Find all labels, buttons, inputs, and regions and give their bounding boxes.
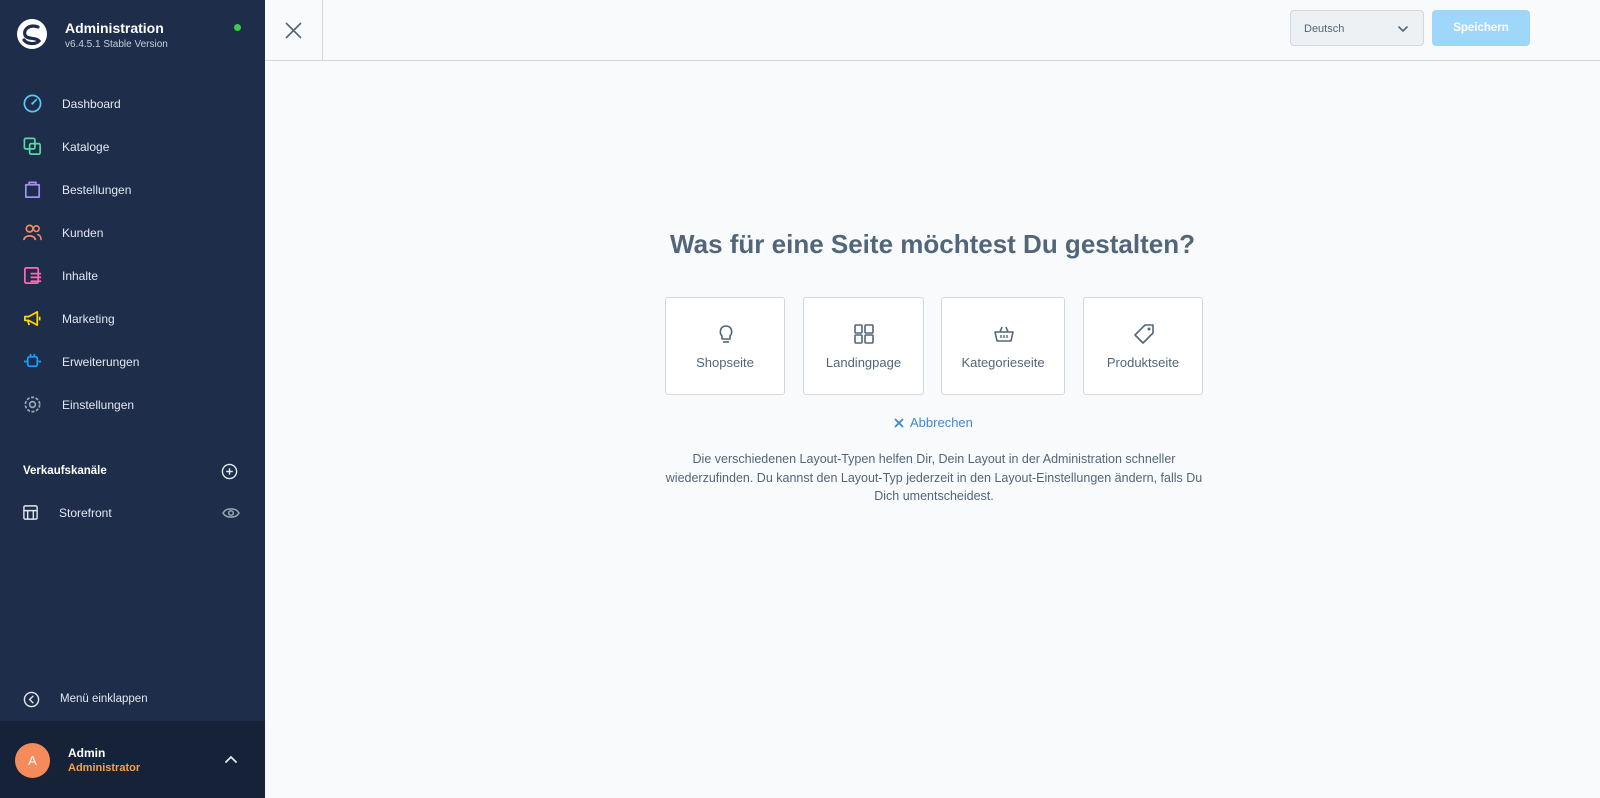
basket-icon	[994, 326, 1014, 342]
sales-channels-heading: Verkaufskanäle	[23, 465, 107, 477]
nav-label: Kataloge	[62, 139, 110, 154]
chevron-up-icon	[225, 755, 237, 763]
layout-type-card-landingpage[interactable]: Landingpage	[803, 297, 924, 395]
extensions-icon	[23, 353, 42, 368]
collapse-menu-button[interactable]: Menü einklappen	[0, 690, 265, 710]
nav-item-marketing[interactable]: Marketing	[0, 297, 265, 340]
card-label: Kategorieseite	[961, 355, 1045, 370]
chevron-left-circle-icon	[23, 691, 40, 708]
storefront-icon	[23, 505, 38, 520]
marketing-icon	[24, 310, 41, 327]
dashboard-icon	[23, 94, 42, 113]
nav-item-settings[interactable]: Einstellungen	[0, 383, 265, 426]
online-status-indicator	[234, 24, 241, 31]
customers-icon	[23, 224, 42, 241]
cancel-link[interactable]: Abbrechen	[910, 415, 973, 430]
nav-label: Bestellungen	[62, 182, 132, 197]
language-select[interactable]: Deutsch	[1290, 10, 1424, 46]
layout-grid-icon	[854, 324, 874, 344]
page-heading: Was für eine Seite möchtest Du gestalten…	[670, 229, 1195, 259]
collapse-menu-label: Menü einklappen	[60, 693, 148, 705]
card-label: Landingpage	[825, 355, 902, 370]
nav-label: Marketing	[62, 311, 115, 326]
language-select-value: Deutsch	[1304, 23, 1345, 35]
app-version: v6.4.5.1 Stable Version	[65, 39, 168, 50]
nav-item-extensions[interactable]: Erweiterungen	[0, 340, 265, 383]
brand-header: Administration v6.4.5.1 Stable Version	[0, 0, 265, 70]
content-icon	[24, 267, 42, 284]
nav-label: Dashboard	[62, 96, 121, 111]
user-name: Admin	[68, 746, 106, 760]
eye-icon[interactable]	[222, 506, 240, 520]
save-button[interactable]: Speichern	[1432, 10, 1530, 46]
add-sales-channel-icon[interactable]	[221, 463, 238, 480]
card-label: Shopseite	[696, 355, 754, 370]
layout-type-card-kategorieseite[interactable]: Kategorieseite	[941, 297, 1065, 395]
nav-item-customers[interactable]: Kunden	[0, 211, 265, 254]
main-navigation: Dashboard Kataloge Bestellungen Kunden I…	[0, 82, 265, 426]
tag-icon	[1134, 324, 1154, 344]
card-label: Produktseite	[1106, 355, 1180, 370]
nav-item-dashboard[interactable]: Dashboard	[0, 82, 265, 125]
orders-icon	[24, 181, 41, 198]
layout-type-card-shopseite[interactable]: Shopseite	[665, 297, 785, 395]
avatar: A	[15, 743, 50, 778]
nav-label: Einstellungen	[62, 397, 135, 412]
catalog-icon	[23, 137, 41, 155]
sales-channel-storefront[interactable]: Storefront	[0, 498, 265, 528]
nav-label: Erweiterungen	[62, 354, 140, 369]
layout-type-help-text: Die verschiedenen Layout-Typen helfen Di…	[665, 452, 1203, 503]
shopware-logo-icon	[17, 19, 47, 49]
chevron-down-icon	[1398, 26, 1408, 33]
user-role: Administrator	[68, 762, 141, 774]
lightbulb-icon	[719, 325, 733, 343]
user-menu[interactable]: A Admin Administrator	[0, 721, 265, 798]
nav-item-content[interactable]: Inhalte	[0, 254, 265, 297]
cancel-x-icon[interactable]	[894, 418, 904, 428]
nav-item-catalogs[interactable]: Kataloge	[0, 125, 265, 168]
sidebar: Administration v6.4.5.1 Stable Version D…	[0, 0, 265, 798]
nav-item-orders[interactable]: Bestellungen	[0, 168, 265, 211]
nav-label: Kunden	[62, 225, 104, 240]
nav-label: Inhalte	[62, 268, 99, 283]
sales-channel-label: Storefront	[59, 506, 112, 520]
top-bar: Deutsch Speichern	[265, 0, 1600, 61]
settings-icon	[24, 396, 41, 413]
layout-type-card-produktseite[interactable]: Produktseite	[1083, 297, 1203, 395]
app-title: Administration	[65, 20, 164, 36]
close-button[interactable]	[265, 0, 323, 60]
close-icon	[285, 22, 302, 39]
